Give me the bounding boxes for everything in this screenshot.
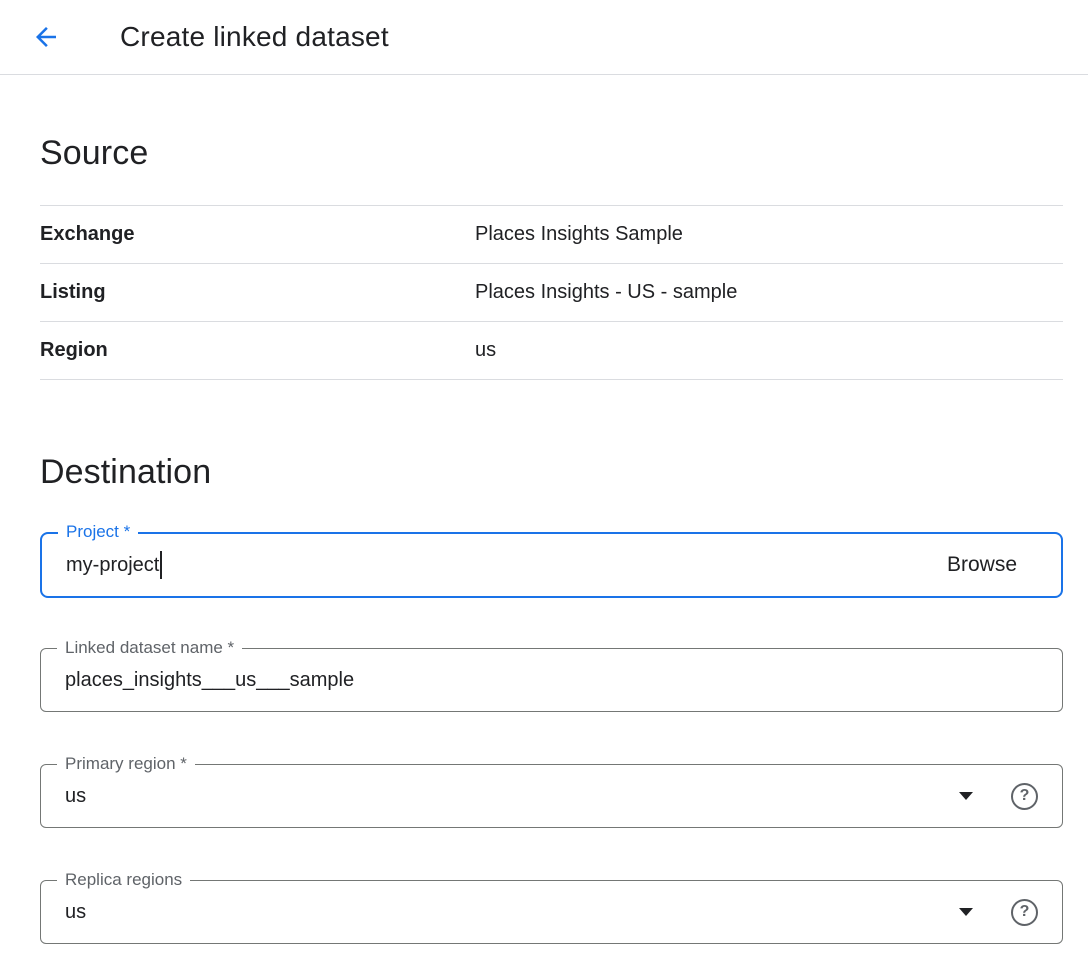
destination-section: Destination Project * my-project Browse …: [40, 450, 1063, 944]
project-field-label: Project *: [58, 521, 138, 543]
exchange-value: Places Insights Sample: [475, 223, 683, 246]
exchange-label: Exchange: [40, 223, 475, 246]
source-row-exchange: Exchange Places Insights Sample: [40, 206, 1063, 264]
replica-regions-trailing: ?: [959, 899, 1038, 926]
dropdown-caret-icon[interactable]: [959, 908, 973, 916]
source-info-table: Exchange Places Insights Sample Listing …: [40, 205, 1063, 380]
project-field[interactable]: Project * my-project Browse: [40, 532, 1063, 598]
dropdown-caret-icon[interactable]: [959, 792, 973, 800]
project-field-value: my-project: [66, 554, 159, 577]
replica-regions-label: Replica regions: [57, 869, 190, 891]
linked-dataset-name-field[interactable]: Linked dataset name * places_insights___…: [40, 648, 1063, 712]
page-title: Create linked dataset: [120, 21, 389, 53]
region-label: Region: [40, 339, 475, 362]
listing-value: Places Insights - US - sample: [475, 281, 737, 304]
source-section: Source Exchange Places Insights Sample L…: [40, 131, 1063, 380]
destination-heading: Destination: [40, 450, 1063, 494]
primary-region-field[interactable]: Primary region * us ?: [40, 764, 1063, 828]
header: Create linked dataset: [0, 0, 1088, 75]
primary-region-label: Primary region *: [57, 753, 195, 775]
arrow-back-icon: [31, 22, 61, 52]
help-icon[interactable]: ?: [1011, 899, 1038, 926]
replica-regions-value: us: [65, 901, 86, 924]
linked-dataset-name-label: Linked dataset name *: [57, 637, 242, 659]
back-button[interactable]: [24, 15, 68, 59]
listing-label: Listing: [40, 281, 475, 304]
primary-region-value: us: [65, 785, 86, 808]
help-icon[interactable]: ?: [1011, 783, 1038, 810]
source-row-listing: Listing Places Insights - US - sample: [40, 264, 1063, 322]
text-cursor: [160, 551, 162, 579]
main-content: Source Exchange Places Insights Sample L…: [0, 131, 1088, 944]
primary-region-trailing: ?: [959, 783, 1038, 810]
source-heading: Source: [40, 131, 1063, 175]
replica-regions-field[interactable]: Replica regions us ?: [40, 880, 1063, 944]
linked-dataset-name-value: places_insights___us___sample: [65, 669, 354, 692]
browse-button[interactable]: Browse: [947, 553, 1017, 577]
region-value: us: [475, 339, 496, 362]
source-row-region: Region us: [40, 322, 1063, 380]
